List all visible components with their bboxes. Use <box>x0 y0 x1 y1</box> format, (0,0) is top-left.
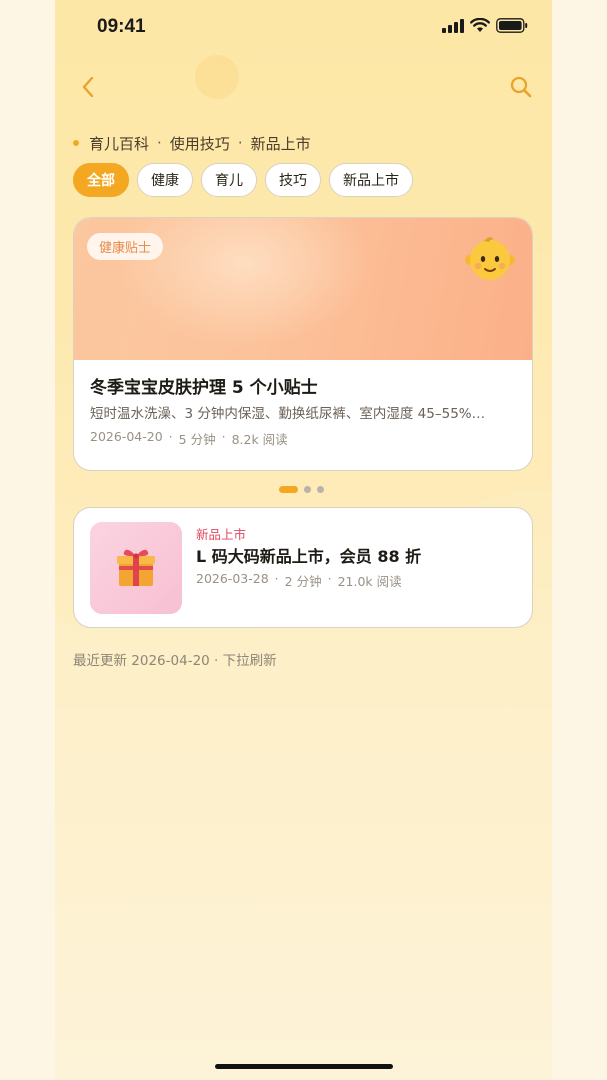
featured-meta: 2026-04-20 · 5 分钟 · 8.2k 阅读 <box>90 429 288 448</box>
featured-read-time: 5 分钟 <box>178 432 216 447</box>
article-views: 21.0k 阅读 <box>337 574 402 589</box>
gift-icon <box>117 549 155 586</box>
meta-separator: · <box>274 571 279 586</box>
chip-all[interactable]: 全部 <box>73 163 129 197</box>
breadcrumb-separator: · <box>237 134 243 152</box>
meta-separator: · <box>221 429 226 444</box>
article-title: L 码大码新品上市，会员 88 折 <box>196 547 422 566</box>
nav-bar <box>55 66 552 106</box>
filter-chips: 全部 健康 育儿 技巧 新品上市 <box>73 163 413 197</box>
featured-article-card[interactable]: 健康贴士 冬季宝宝皮肤护理 5 个小贴士 短时温水洗澡、3 分钟内保湿、勤换纸尿… <box>73 217 533 471</box>
back-button[interactable] <box>77 74 101 100</box>
breadcrumb: 育儿百科 · 使用技巧 · 新品上市 <box>73 132 311 154</box>
featured-views: 8.2k 阅读 <box>231 432 288 447</box>
breadcrumb-item[interactable]: 新品上市 <box>251 133 311 154</box>
featured-description: 短时温水洗澡、3 分钟内保湿、勤换纸尿裤、室内湿度 45–55%… <box>90 406 486 422</box>
screen: 09:41 育儿百科 · 使用技巧 · 新品上市 全部 健康 育儿 技巧 新品上… <box>0 0 607 1080</box>
article-tag: 新品上市 <box>196 527 247 542</box>
phone-frame: 09:41 育儿百科 · 使用技巧 · 新品上市 全部 健康 育儿 技巧 新品上… <box>55 0 552 1080</box>
home-indicator[interactable] <box>215 1064 393 1069</box>
article-meta: 2026-03-28 · 2 分钟 · 21.0k 阅读 <box>196 571 402 590</box>
carousel-dot[interactable] <box>304 486 311 493</box>
baby-face-icon <box>465 237 515 280</box>
chip-new-products[interactable]: 新品上市 <box>329 163 413 197</box>
last-updated-text: 最近更新 2026-04-20 · 下拉刷新 <box>73 653 277 669</box>
search-icon <box>510 76 532 98</box>
featured-tag: 健康贴士 <box>87 233 164 260</box>
featured-date: 2026-04-20 <box>90 429 163 444</box>
carousel-pagination <box>279 486 324 493</box>
article-date: 2026-03-28 <box>196 571 269 586</box>
carousel-dot[interactable] <box>317 486 324 493</box>
wifi-icon <box>470 18 490 32</box>
chip-tips[interactable]: 技巧 <box>265 163 321 197</box>
search-button[interactable] <box>508 74 534 100</box>
signal-icon <box>442 18 464 33</box>
battery-icon <box>496 18 528 33</box>
status-time: 09:41 <box>97 16 146 37</box>
breadcrumb-separator: · <box>157 134 162 152</box>
breadcrumb-item[interactable]: 育儿百科 <box>89 133 149 154</box>
meta-separator: · <box>168 429 173 444</box>
featured-title: 冬季宝宝皮肤护理 5 个小贴士 <box>90 378 318 398</box>
status-icons <box>442 18 528 33</box>
chevron-left-icon <box>82 76 94 98</box>
breadcrumb-dot-icon <box>73 140 79 146</box>
carousel-dot-active[interactable] <box>279 486 298 493</box>
status-bar: 09:41 <box>55 0 552 54</box>
chip-health[interactable]: 健康 <box>137 163 193 197</box>
breadcrumb-item[interactable]: 使用技巧 <box>170 133 230 154</box>
article-thumbnail <box>90 522 182 614</box>
article-card[interactable]: 新品上市 L 码大码新品上市，会员 88 折 2026-03-28 · 2 分钟… <box>73 507 533 628</box>
meta-separator: · <box>327 571 332 586</box>
article-read-time: 2 分钟 <box>284 574 322 589</box>
featured-banner: 健康贴士 <box>74 218 532 360</box>
chip-parenting[interactable]: 育儿 <box>201 163 257 197</box>
